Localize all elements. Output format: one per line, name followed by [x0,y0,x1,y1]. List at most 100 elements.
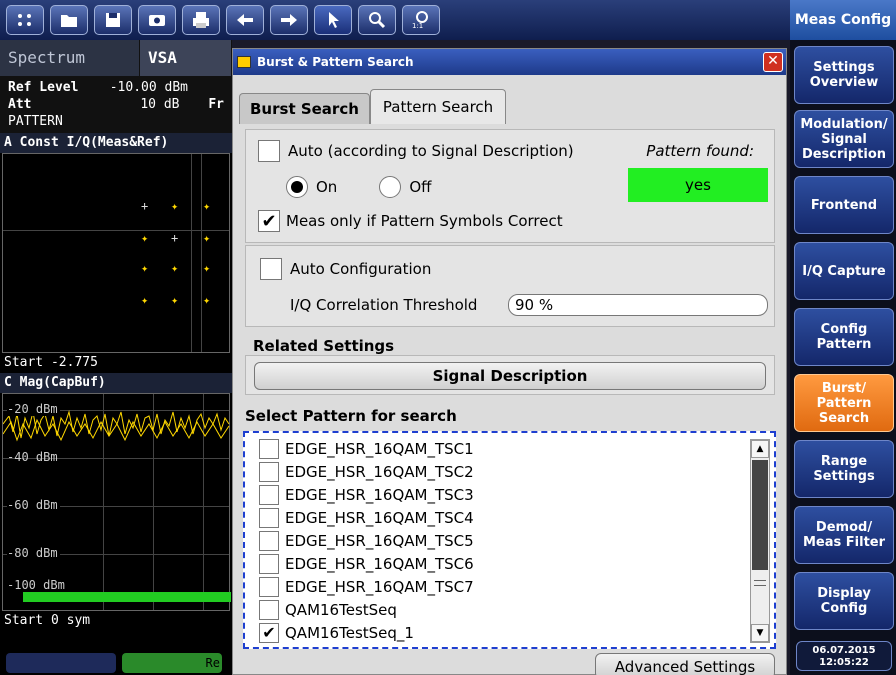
measurement-info: Ref Level -10.00 dBm Att 10 dB Fr PATTERN [0,76,232,133]
display-config-softkey[interactable]: Display Config [794,572,894,630]
pattern-checkbox[interactable] [259,553,279,574]
const-point: ✦ [141,261,149,275]
date-label: 06.07.2015 [812,645,876,656]
pattern-checkbox[interactable] [259,599,279,620]
pattern-search-group: Auto (according to Signal Description) O… [245,129,775,243]
mag-level: -60 dBm [7,498,60,512]
list-item[interactable]: EDGE_HSR_16QAM_TSC6 [259,552,474,575]
screenshot-icon[interactable] [138,5,176,35]
softkey-menu-title: Meas Config [790,0,896,40]
mag-start-label: Start 0 sym [4,613,91,628]
off-label: Off [409,178,432,196]
dialog-titlebar[interactable]: Burst & Pattern Search [233,49,786,75]
const-point: ✦ [141,231,149,245]
list-scrollbar[interactable]: ▲ ▼ [750,439,770,643]
list-item[interactable]: EDGE_HSR_16QAM_TSC4 [259,506,474,529]
frontend-softkey[interactable]: Frontend [794,176,894,234]
meas-only-checkbox[interactable]: ✔ [258,210,280,232]
auto-checkbox[interactable] [258,140,280,162]
magnitude-plot: -20 dBm -40 dBm -60 dBm -80 dBm -100 dBm [2,393,231,611]
list-item[interactable]: EDGE_HSR_16QAM_TSC3 [259,483,474,506]
att-label: Att [8,97,32,112]
dialog-tabs: Burst Search Pattern Search [239,89,507,124]
pattern-found-label: Pattern found: [646,142,754,160]
time-label: 12:05:22 [819,657,869,668]
main-toolbar: 1:1 [0,0,790,40]
auto-config-checkbox[interactable] [260,258,282,280]
softkey-bar: Meas Config Settings Overview Modulation… [790,0,896,675]
status-indicator [6,653,116,673]
undo-icon[interactable] [226,5,264,35]
redo-icon[interactable] [270,5,308,35]
const-point: ✦ [203,199,211,213]
pattern-checkbox[interactable] [259,461,279,482]
print-icon[interactable] [182,5,220,35]
open-icon[interactable] [50,5,88,35]
att-value: 10 dB [140,97,180,112]
pattern-mode: PATTERN [8,114,63,129]
range-settings-softkey[interactable]: Range Settings [794,440,894,498]
pointer-icon[interactable] [314,5,352,35]
related-settings-group: Signal Description [245,355,775,395]
list-item[interactable]: QAM16TestSeq [259,598,397,621]
ref-level-label: Ref Level [8,80,79,95]
pattern-name: EDGE_HSR_16QAM_TSC5 [285,531,474,550]
mag-level: -100 dBm [7,578,67,592]
zoom-icon[interactable] [358,5,396,35]
pattern-checkbox[interactable] [259,484,279,505]
list-item[interactable]: EDGE_HSR_16QAM_TSC2 [259,460,474,483]
signal-description-button[interactable]: Signal Description [254,362,766,390]
advanced-settings-button[interactable]: Advanced Settings [595,653,775,675]
select-pattern-label: Select Pattern for search [245,407,457,425]
tab-vsa[interactable]: VSA [140,40,232,76]
list-item[interactable]: EDGE_HSR_16QAM_TSC7 [259,575,474,598]
pattern-name: EDGE_HSR_16QAM_TSC7 [285,577,474,596]
burst-pattern-search-dialog: Burst & Pattern Search ✕ Burst Search Pa… [232,48,787,675]
list-item[interactable]: ✔ QAM16TestSeq_1 [259,621,414,644]
pattern-checkbox[interactable] [259,438,279,459]
tab-pattern-search[interactable]: Pattern Search [369,89,507,124]
scroll-up-icon[interactable]: ▲ [751,440,769,458]
const-title: A Const I/Q(Meas&Ref) [0,133,232,153]
scroll-grip-icon [754,580,766,586]
scroll-down-icon[interactable]: ▼ [751,624,769,642]
auto-config-group: Auto Configuration I/Q Correlation Thres… [245,245,775,327]
freq-label-truncated: Fr [208,97,224,112]
app-icon [237,56,251,68]
display-config-icon[interactable] [6,5,44,35]
burst-pattern-search-softkey[interactable]: Burst/ Pattern Search [794,374,894,432]
threshold-input[interactable]: 90 % [508,294,768,316]
mag-level: -20 dBm [7,402,60,416]
meas-only-label: Meas only if Pattern Symbols Correct [286,212,563,230]
list-item[interactable]: EDGE_HSR_16QAM_TSC5 [259,529,474,552]
zoom-reset-icon[interactable]: 1:1 [402,5,440,35]
pattern-name: EDGE_HSR_16QAM_TSC4 [285,508,474,527]
modulation-signal-description-softkey[interactable]: Modulation/ Signal Description [794,110,894,168]
pattern-checkbox[interactable] [259,507,279,528]
config-pattern-softkey[interactable]: Config Pattern [794,308,894,366]
pattern-checkbox[interactable] [259,530,279,551]
close-icon[interactable]: ✕ [763,52,783,72]
pattern-list: EDGE_HSR_16QAM_TSC1 EDGE_HSR_16QAM_TSC2 … [243,431,776,649]
tab-burst-search[interactable]: Burst Search [239,93,370,124]
on-label: On [316,178,338,196]
tab-spectrum[interactable]: Spectrum [0,40,140,76]
pattern-checkbox[interactable]: ✔ [259,622,279,643]
pattern-checkbox[interactable] [259,576,279,597]
const-start-label: Start -2.775 [4,355,98,370]
auto-config-option: Auto Configuration [260,258,431,280]
scroll-thumb[interactable] [752,460,768,570]
channel-tabs: Spectrum VSA [0,40,232,76]
pattern-name: EDGE_HSR_16QAM_TSC1 [285,439,474,458]
demod-meas-filter-softkey[interactable]: Demod/ Meas Filter [794,506,894,564]
mag-level: -40 dBm [7,450,58,464]
on-radio[interactable] [286,176,308,198]
settings-overview-softkey[interactable]: Settings Overview [794,46,894,104]
const-point: ✦ [141,293,149,307]
off-radio[interactable] [379,176,402,198]
list-item[interactable]: EDGE_HSR_16QAM_TSC1 [259,437,474,460]
const-point: ✦ [171,199,179,213]
iq-capture-softkey[interactable]: I/Q Capture [794,242,894,300]
dialog-title: Burst & Pattern Search [257,55,414,69]
save-icon[interactable] [94,5,132,35]
